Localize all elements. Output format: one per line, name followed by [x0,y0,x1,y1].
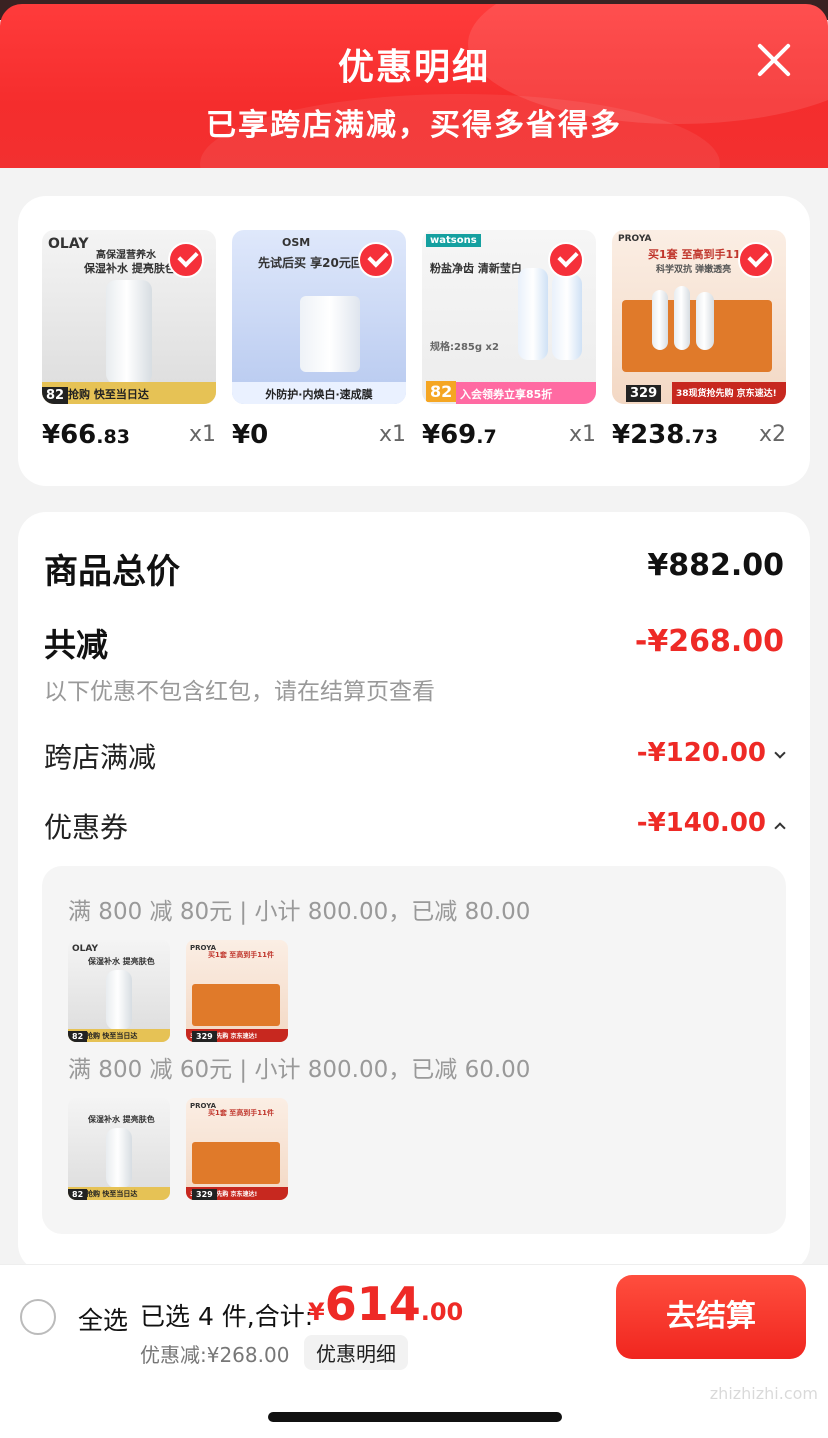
product-price: ¥66.83 [42,420,130,450]
brand-logo: OLAY [72,944,99,954]
product-image-text: 买1套 至高到手11件 [648,248,752,261]
product-qty: x2 [758,422,786,447]
product-item[interactable]: OLAY 高保湿营养水 保湿补水 提亮肤色 立即抢购 快至当日达 82 ¥66.… [42,230,216,454]
product-strip: 立即抢购 快至当日达 [42,382,216,404]
coupon-label: 优惠券 [44,811,129,844]
select-all-radio[interactable] [20,1299,56,1335]
bottle-illustration [696,292,714,350]
product-image: OLAY 高保湿营养水 保湿补水 提亮肤色 立即抢购 快至当日达 82 [42,230,216,404]
bottle-illustration [106,280,152,384]
bottle-illustration [106,1128,132,1188]
total-sum: ¥614.00 [308,1277,464,1331]
product-image-text: 高保湿营养水 [96,250,156,261]
product-strip: 38现货抢先购 京东速达! [672,382,786,404]
page-subtitle: 已享跨店满减，买得多省得多 [206,108,622,143]
bottle-illustration [652,290,668,350]
coupon-product-thumb: PROYA 买1套 至高到手11件 38现货抢先购 京东速达! 329 [186,1098,288,1200]
brand-logo: OLAY [48,236,89,252]
price-badge: 82 [426,381,457,402]
total-price-label: 商品总价 [44,552,180,592]
cross-store-value: -¥120.00 [636,738,766,768]
reduce-note: 以下优惠不包含红包，请在结算页查看 [44,679,435,705]
price-row: ¥69.7 x1 [422,420,596,454]
price-badge: 329 [192,1189,217,1200]
coupon-value: -¥140.00 [636,808,766,838]
total-reduce-value: -¥268.00 [634,624,784,659]
product-image-text: 买1套 至高到手11件 [208,951,275,959]
brand-logo: OSM [282,236,311,249]
discount-detail-button[interactable]: 优惠明细 [304,1335,408,1370]
price-badge: 82 [68,1189,88,1200]
coupon-product-thumb: OLAY 保湿补水 提亮肤色 立即抢购 快至当日达 82 [68,940,170,1042]
chevron-up-icon [774,821,786,834]
price-badge: 82 [68,1031,88,1042]
tube-illustration [300,296,360,372]
brand-logo: PROYA [618,234,652,244]
chevron-down-icon [774,746,786,759]
price-badge: 329 [192,1031,217,1042]
price-badge: 82 [42,387,69,404]
selected-check-icon[interactable] [168,242,204,278]
product-image: OSM 先试后买 享20元回购 外防护·内焕白·速成膜 [232,230,406,404]
product-strip: 入会领券立享85折 [456,382,596,404]
coupon-row-toggle[interactable]: -¥140.00 [636,808,786,838]
total-reduce-label: 共减 [44,626,109,664]
total-price-value: ¥882.00 [647,548,784,583]
product-qty: x1 [188,422,216,447]
bottle-illustration [518,268,548,360]
cross-store-row-toggle[interactable]: -¥120.00 [636,738,786,768]
product-image-text: 保湿补水 提亮肤色 [88,957,155,966]
price-badge: 329 [626,385,662,402]
select-all-label[interactable]: 全选 [78,1301,128,1337]
checkout-button[interactable]: 去结算 [616,1275,806,1359]
cross-store-label: 跨店满减 [44,741,157,774]
product-image: PROYA 买1套 至高到手11件 科学双抗 弹嫩透亮 38现货抢先购 京东速达… [612,230,786,404]
product-price: ¥0 [232,420,269,450]
product-image-text: 保湿补水 提亮肤色 [84,262,176,275]
discount-note: 优惠减:¥268.00 [140,1343,290,1367]
selected-check-icon[interactable] [358,242,394,278]
product-qty: x1 [568,422,596,447]
price-row: ¥238.73 x2 [612,420,786,454]
product-image-text: 买1套 至高到手11件 [208,1109,275,1117]
product-image-text: 规格:285g x2 [430,342,499,353]
product-price: ¥238.73 [612,420,719,450]
selected-check-icon[interactable] [738,242,774,278]
product-qty: x1 [378,422,406,447]
bottle-illustration [552,274,582,360]
bottle-illustration [674,286,690,350]
gift-box-illustration [192,1142,280,1184]
product-item[interactable]: OSM 先试后买 享20元回购 外防护·内焕白·速成膜 ¥0 x1 [232,230,406,454]
price-row: ¥0 x1 [232,420,406,454]
home-indicator[interactable] [268,1412,562,1422]
sheet-header: 优惠明细 已享跨店满减，买得多省得多 [0,4,828,170]
selected-count: 已选 4 件,合计: [140,1302,314,1331]
coupon-details: 满 800 减 80元 | 小计 800.00，已减 80.00 OLAY 保湿… [42,866,786,1234]
page-title: 优惠明细 [337,47,490,88]
coupon-line: 满 800 减 80元 | 小计 800.00，已减 80.00 [68,899,531,925]
close-icon[interactable] [756,42,792,78]
product-image-text: 保湿补水 提亮肤色 [88,1115,155,1124]
price-summary-card: 商品总价 ¥882.00 共减 -¥268.00 以下优惠不包含红包，请在结算页… [18,512,810,1272]
bottle-illustration [106,970,132,1030]
gift-box-illustration [192,984,280,1026]
product-price: ¥69.7 [422,420,497,450]
product-item[interactable]: PROYA 买1套 至高到手11件 科学双抗 弹嫩透亮 38现货抢先购 京东速达… [612,230,786,454]
brand-logo: watsons [426,234,481,247]
product-image-text: 科学双抗 弹嫩透亮 [656,265,732,275]
product-image-text: 粉盐净齿 清新莹白 [430,262,522,275]
product-image: watsons 粉盐净齿 清新莹白 规格:285g x2 入会领券立享85折 8… [422,230,596,404]
coupon-product-thumb: 保湿补水 提亮肤色 立即抢购 快至当日达 82 [68,1098,170,1200]
product-item[interactable]: watsons 粉盐净齿 清新莹白 规格:285g x2 入会领券立享85折 8… [422,230,596,454]
selected-check-icon[interactable] [548,242,584,278]
watermark: zhizhizhi.com [709,1384,818,1403]
coupon-line: 满 800 减 60元 | 小计 800.00，已减 60.00 [68,1057,531,1083]
sheet-body: OLAY 高保湿营养水 保湿补水 提亮肤色 立即抢购 快至当日达 82 ¥66.… [0,168,828,1438]
products-card: OLAY 高保湿营养水 保湿补水 提亮肤色 立即抢购 快至当日达 82 ¥66.… [18,196,810,486]
coupon-product-thumb: PROYA 买1套 至高到手11件 38现货抢先购 京东速达! 329 [186,940,288,1042]
price-row: ¥66.83 x1 [42,420,216,454]
product-strip: 外防护·内焕白·速成膜 [232,382,406,404]
